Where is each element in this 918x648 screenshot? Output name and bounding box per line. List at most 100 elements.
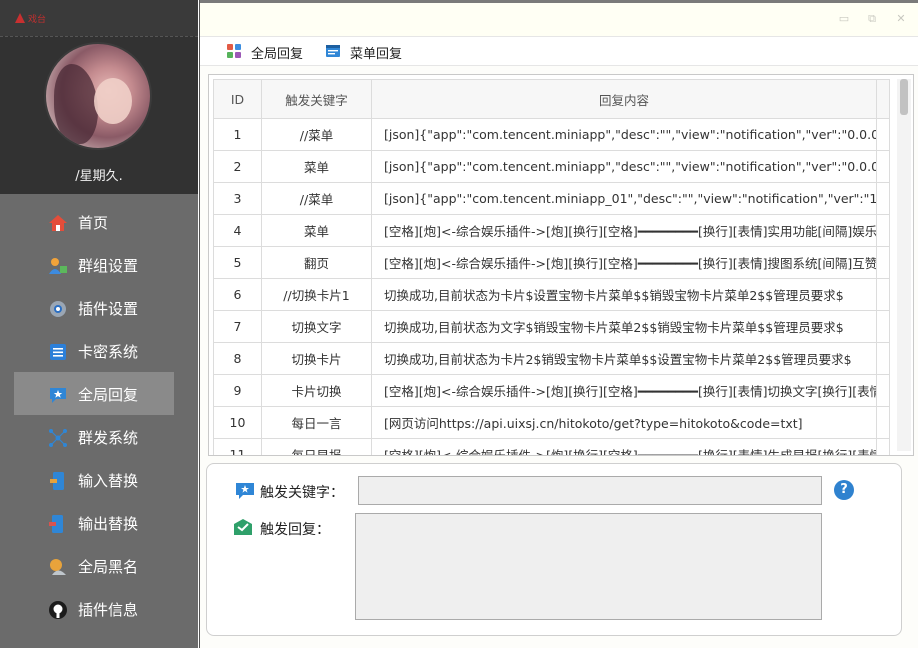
cell-content: [网页访问https://api.uixsj.cn/hitokoto/get?t… — [371, 406, 877, 439]
app-logo: 戏台 — [14, 10, 54, 26]
cell-keyword: 每日早报 — [261, 438, 372, 455]
table-row[interactable]: 5 翻页 [空格][炮]<-综合娱乐插件->[炮][换行][空格]━━━━━━━━[… — [213, 246, 890, 279]
scrollbar-thumb[interactable] — [900, 79, 908, 115]
cell-id: 1 — [213, 118, 262, 151]
sidebar-item-label: 首页 — [78, 214, 109, 232]
input-replace-icon — [50, 472, 64, 490]
keyword-label: 触发关键字： — [260, 485, 344, 501]
broadcast-icon — [49, 429, 67, 447]
sidebar-item-broadcast[interactable]: 群发系统 — [14, 415, 174, 458]
cell-keyword: 翻页 — [261, 246, 372, 279]
cell-keyword: 切换卡片 — [261, 342, 372, 375]
table-row[interactable]: 4 菜单 [空格][炮]<-综合娱乐插件->[炮][换行][空格]━━━━━━━━[… — [213, 214, 890, 247]
cell-keyword: 切换文字 — [261, 310, 372, 343]
cell-keyword: 菜单 — [261, 214, 372, 247]
cell-keyword: 卡片切换 — [261, 374, 372, 407]
cell-filler — [876, 438, 890, 455]
sidebar-item-global-blacklist[interactable]: 全局黑名 — [14, 544, 174, 587]
cell-content: [空格][炮]<-综合娱乐插件->[炮][换行][空格]━━━━━━━━[换行]… — [371, 374, 877, 407]
sidebar-item-label: 输入替换 — [78, 472, 139, 490]
table-header-row: ID 触发关键字 回复内容 — [213, 79, 890, 119]
cell-id: 9 — [213, 374, 262, 407]
keyword-input[interactable] — [358, 476, 822, 505]
reply-table: ID 触发关键字 回复内容 1//菜单 [json]{"app":"com.ten… — [213, 79, 890, 455]
table-row[interactable]: 7 切换文字 切换成功,目前状态为文字$销毁宝物卡片菜单2$$销毁宝物卡片菜单$$管… — [213, 310, 890, 343]
sidebar-item-output-replace[interactable]: 输出替换 — [14, 501, 174, 544]
title-bar: ▭ ⧉ ✕ — [200, 0, 918, 36]
sidebar-item-label: 群组设置 — [78, 257, 139, 275]
keyword-star-icon — [236, 483, 254, 499]
cell-id: 6 — [213, 278, 262, 311]
sidebar-item-input-replace[interactable]: 输入替换 — [14, 458, 174, 501]
cell-id: 7 — [213, 310, 262, 343]
username: /星期久. — [75, 169, 123, 184]
restore-button[interactable]: ⧉ — [864, 13, 880, 25]
tab-label: 全局回复 — [251, 47, 304, 62]
cell-content: 切换成功,目前状态为文字$销毁宝物卡片菜单2$$销毁宝物卡片菜单$$管理员要求$ — [371, 310, 877, 343]
cell-content: [json]{"app":"com.tencent.miniapp","desc… — [371, 118, 877, 151]
table-row[interactable]: 10 每日一言 [网页访问https://api.uixsj.cn/hitokoto… — [213, 406, 890, 439]
main-panel: ▭ ⧉ ✕ 全局回复 菜单回复 ID 触发关键字 回复内容 1 //菜单 [js… — [199, 0, 918, 648]
cell-keyword: //切换卡片1 — [261, 278, 372, 311]
cell-id: 2 — [213, 150, 262, 183]
sidebar-item-label: 输出替换 — [78, 515, 139, 533]
cell-content: [空格][炮]<-综合娱乐插件->[炮][换行][空格]━━━━━━━━[换行]… — [371, 246, 877, 279]
help-icon[interactable]: ? — [834, 480, 854, 500]
sidebar-item-label: 插件设置 — [78, 300, 139, 318]
reply-label: 触发回复： — [260, 522, 330, 538]
column-header-content[interactable]: 回复内容 — [371, 79, 877, 119]
table-scrollbar[interactable] — [897, 79, 911, 451]
column-header-id[interactable]: ID — [213, 79, 262, 119]
table-row[interactable]: 1//菜单 [json]{"app":"com.tencent.miniapp",… — [213, 118, 890, 151]
avatar[interactable] — [44, 42, 152, 150]
column-header-keyword[interactable]: 触发关键字 — [261, 79, 372, 119]
sidebar-nav: 首页 群组设置 插件设置 卡密系统 全局回复 群发系统 输入替换 输出替换 全局… — [14, 200, 184, 630]
table-row[interactable]: 6//切换卡片1 切换成功,目前状态为卡片$设置宝物卡片菜单$$销毁宝物卡片菜单2… — [213, 278, 890, 311]
table-row[interactable]: 8 切换卡片 切换成功,目前状态为卡片2$销毁宝物卡片菜单$$设置宝物卡片菜单2$$… — [213, 342, 890, 375]
sidebar-item-label: 群发系统 — [78, 429, 139, 447]
logo-icon — [15, 13, 25, 23]
tab-global-reply[interactable]: 全局回复 — [226, 42, 306, 62]
cell-keyword: //菜单 — [261, 118, 372, 151]
github-icon — [49, 601, 67, 619]
table-row[interactable]: 2 菜单 [json]{"app":"com.tencent.miniapp","d… — [213, 150, 890, 183]
table-row[interactable]: 3//菜单 [json]{"app":"com.tencent.miniapp_0… — [213, 182, 890, 215]
cell-content: [json]{"app":"com.tencent.miniapp","desc… — [371, 150, 877, 183]
cell-filler — [876, 246, 890, 279]
grid-apps-icon — [227, 44, 241, 58]
sidebar-item-global-reply[interactable]: 全局回复 — [14, 372, 174, 415]
cell-filler — [876, 182, 890, 215]
sidebar-item-plugin-info[interactable]: 插件信息 — [14, 587, 174, 630]
home-icon — [49, 215, 67, 231]
cell-filler — [876, 406, 890, 439]
sidebar-item-plugin-settings[interactable]: 插件设置 — [14, 286, 174, 329]
cell-filler — [876, 118, 890, 151]
sidebar-item-home[interactable]: 首页 — [14, 200, 174, 243]
tab-menu-reply[interactable]: 菜单回复 — [325, 42, 405, 62]
cell-keyword: 每日一言 — [261, 406, 372, 439]
table-row[interactable]: 11 每日早报 [空格][炮]<-综合娱乐插件->[炮][换行][空格]━━━━━━… — [213, 438, 890, 455]
logo-text: 戏台 — [28, 15, 47, 25]
cell-id: 10 — [213, 406, 262, 439]
cell-id: 3 — [213, 182, 262, 215]
cell-id: 11 — [213, 438, 262, 455]
reply-textarea[interactable] — [355, 513, 822, 620]
sidebar-item-label: 全局黑名 — [78, 558, 139, 576]
cell-id: 5 — [213, 246, 262, 279]
cell-id: 8 — [213, 342, 262, 375]
cell-content: [json]{"app":"com.tencent.miniapp_01","d… — [371, 182, 877, 215]
sidebar-item-card-key[interactable]: 卡密系统 — [14, 329, 174, 372]
cell-filler — [876, 374, 890, 407]
minimize-button[interactable]: ▭ — [836, 13, 852, 25]
cell-content: [空格][炮]<-综合娱乐插件->[炮][换行][空格]━━━━━━━━[换行]… — [371, 438, 877, 455]
sidebar-item-label: 全局回复 — [78, 386, 139, 404]
group-settings-icon — [49, 258, 67, 274]
table-row[interactable]: 9 卡片切换 [空格][炮]<-综合娱乐插件->[炮][换行][空格]━━━━━━━… — [213, 374, 890, 407]
sidebar: 戏台 /星期久. 首页 群组设置 插件设置 卡密系统 全局回复 群发系统 输入替… — [0, 0, 198, 648]
sidebar-item-label: 卡密系统 — [78, 343, 139, 361]
sidebar-item-group-settings[interactable]: 群组设置 — [14, 243, 174, 286]
close-button[interactable]: ✕ — [893, 13, 909, 25]
cell-filler — [876, 278, 890, 311]
output-replace-icon — [49, 515, 63, 533]
cell-content: [空格][炮]<-综合娱乐插件->[炮][换行][空格]━━━━━━━━[换行]… — [371, 214, 877, 247]
